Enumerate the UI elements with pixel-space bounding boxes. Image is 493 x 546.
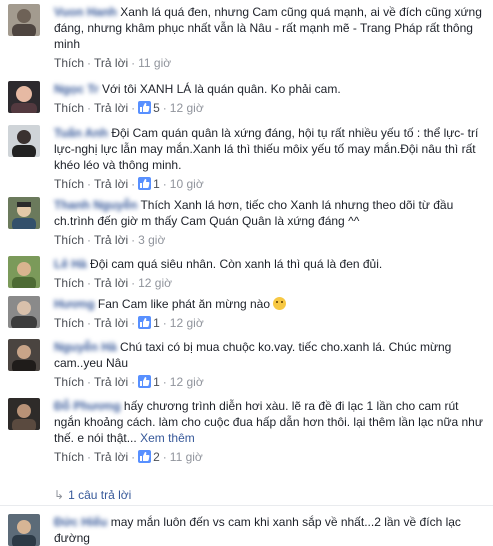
commenter-name[interactable]: Tuấn Anh [54,126,108,140]
reply-button[interactable]: Trả lời [94,56,128,70]
comment-actions: Thích · Trả lời · 5 · 12 giờ [54,101,204,115]
like-count[interactable]: 1 [153,375,160,389]
like-button[interactable]: Thích [54,101,84,115]
avatar[interactable] [8,339,40,371]
thumbs-up-icon [138,101,152,114]
reply-button[interactable]: Trả lời [94,375,128,389]
comment-text: Hương Fan Cam like phát ăn mừng nào [54,296,484,312]
comment-actions: Thích · Trả lời · 11 giờ [54,56,172,70]
commenter-name[interactable]: Đức Hiếu [54,515,107,529]
comment-actions: Thích · Trả lời · 12 giờ [54,276,172,290]
avatar[interactable] [8,4,40,36]
smile-emoji-icon [273,297,287,310]
thumbs-up-icon [138,316,152,329]
reply-button[interactable]: Trả lời [94,276,128,290]
comment-body: Xanh lá quá đen, nhưng Cam cũng quá mạnh… [54,5,482,51]
avatar[interactable] [8,514,40,546]
like-button[interactable]: Thích [54,316,84,330]
comment-body: Với tôi XANH LÁ là quán quân. Ko phải ca… [102,82,341,96]
comment-text: Tuấn Anh Đội Cam quán quân là xứng đáng,… [54,125,484,173]
commenter-name[interactable]: Lê Hà [54,257,87,271]
comment-text: Thanh Nguyễn Thích Xanh lá hơn, tiếc cho… [54,197,484,229]
see-more-link[interactable]: Xem thêm [140,431,195,445]
comment-text: Lê Hà Đội cam quá siêu nhân. Còn xanh lá… [54,256,484,272]
comment-text: Vuon Hanh Xanh lá quá đen, nhưng Cam cũn… [54,4,484,52]
like-count[interactable]: 2 [153,450,160,464]
like-button[interactable]: Thích [54,177,84,191]
comment-actions: Thích · Trả lời · 3 giờ [54,233,166,247]
commenter-name[interactable]: Ngọc Tr [54,82,99,96]
timestamp[interactable]: 10 giờ [170,177,204,191]
reply-button[interactable]: Trả lời [94,450,128,464]
comment-actions: Thích · Trả lời · 2 · 11 giờ [54,450,203,464]
avatar[interactable] [8,256,40,288]
like-count[interactable]: 1 [153,177,160,191]
like-button[interactable]: Thích [54,276,84,290]
comment-text: Ngọc Tr Với tôi XANH LÁ là quán quân. Ko… [54,81,484,97]
like-button[interactable]: Thích [54,56,84,70]
timestamp[interactable]: 12 giờ [170,316,204,330]
comment-text: Đức Hiếu may mắn luôn đến vs cam khi xan… [54,514,484,546]
like-button[interactable]: Thích [54,375,84,389]
timestamp[interactable]: 11 giờ [170,450,203,464]
avatar[interactable] [8,296,40,328]
timestamp[interactable]: 12 giờ [138,276,172,290]
commenter-name[interactable]: Hương [54,297,95,311]
avatar[interactable] [8,398,40,430]
comment-body: may mắn luôn đến vs cam khi xanh sắp về … [54,515,461,545]
reply-count[interactable]: 1 câu trả lời [68,488,131,502]
reply-button[interactable]: Trả lời [94,177,128,191]
commenter-name[interactable]: Vuon Hanh [54,5,117,19]
thumbs-up-icon [138,450,152,463]
comment-body: Đội Cam quán quân là xứng đáng, hội tụ r… [54,126,479,172]
commenter-name[interactable]: Nguyễn Hà [54,340,117,354]
like-button[interactable]: Thích [54,450,84,464]
timestamp[interactable]: 12 giờ [170,375,204,389]
avatar[interactable] [8,197,40,229]
reply-button[interactable]: Trả lời [94,101,128,115]
thumbs-up-icon [138,177,152,190]
like-count[interactable]: 1 [153,316,160,330]
reply-button[interactable]: Trả lời [94,233,128,247]
like-button[interactable]: Thích [54,233,84,247]
comment-body: Đội cam quá siêu nhân. Còn xanh lá thì q… [90,257,383,271]
like-count[interactable]: 5 [153,101,160,115]
timestamp[interactable]: 11 giờ [138,56,171,70]
reply-button[interactable]: Trả lời [94,316,128,330]
view-replies-link[interactable]: ↳ 1 câu trả lời [54,488,131,502]
reply-arrow-icon: ↳ [54,488,65,502]
avatar[interactable] [8,81,40,113]
commenter-name[interactable]: Thanh Nguyễn [54,198,137,212]
avatar[interactable] [8,125,40,157]
timestamp[interactable]: 12 giờ [170,101,204,115]
comment-actions: Thích · Trả lời · 1 · 12 giờ [54,316,204,330]
commenter-name[interactable]: Đỗ Phương [54,399,121,413]
comment-actions: Thích · Trả lời · 1 · 10 giờ [54,177,204,191]
timestamp[interactable]: 3 giờ [138,233,165,247]
comment-body: Fan Cam like phát ăn mừng nào [97,297,271,311]
comment-text: Đỗ Phương hấy chương trình diễn hơi xàu.… [54,398,484,446]
divider [0,505,493,506]
comment-text: Nguyễn Hà Chú taxi có bị mua chuộc ko.va… [54,339,484,371]
comment-actions: Thích · Trả lời · 1 · 12 giờ [54,375,204,389]
thumbs-up-icon [138,375,152,388]
